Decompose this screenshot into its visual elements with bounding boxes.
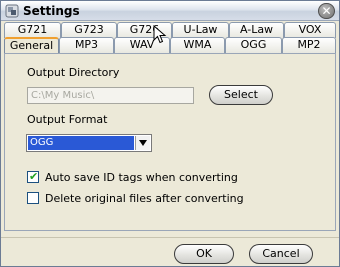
tab-general[interactable]: General bbox=[4, 37, 59, 54]
tab-ogg[interactable]: OGG bbox=[225, 37, 282, 53]
delete-original-checkbox[interactable] bbox=[27, 192, 39, 204]
tab-mp2[interactable]: MP2 bbox=[282, 37, 336, 53]
output-directory-field[interactable]: C:\My Music\ bbox=[27, 87, 194, 104]
divider bbox=[1, 237, 339, 238]
ok-button[interactable]: OK bbox=[174, 244, 234, 264]
select-directory-button[interactable]: Select bbox=[209, 85, 273, 105]
app-icon bbox=[5, 4, 19, 18]
output-format-value: OGG bbox=[28, 136, 134, 150]
tab-row-formats: General MP3 WAV WMA OGG MP2 bbox=[4, 37, 336, 54]
close-icon: ✕ bbox=[321, 4, 332, 18]
tab-g721[interactable]: G721 bbox=[4, 22, 61, 38]
checkmark-icon: ✔ bbox=[29, 170, 39, 183]
close-button[interactable]: ✕ bbox=[318, 3, 335, 19]
tab-g723[interactable]: G723 bbox=[61, 22, 117, 38]
tab-u-law[interactable]: U-Law bbox=[172, 22, 229, 38]
auto-save-checkbox[interactable]: ✔ bbox=[27, 170, 39, 183]
auto-save-label: Auto save ID tags when converting bbox=[45, 171, 238, 184]
cancel-button[interactable]: Cancel bbox=[249, 244, 313, 264]
tab-wma[interactable]: WMA bbox=[170, 37, 225, 53]
tab-vox[interactable]: VOX bbox=[284, 22, 336, 38]
title-bar[interactable]: Settings ✕ bbox=[1, 1, 339, 21]
tab-mp3[interactable]: MP3 bbox=[59, 37, 114, 53]
output-format-dropdown[interactable]: OGG bbox=[26, 134, 152, 152]
settings-window: Settings ✕ G721 G723 G726 U-Law A-Law VO… bbox=[0, 0, 340, 267]
output-format-label: Output Format bbox=[27, 113, 108, 126]
tab-a-law[interactable]: A-Law bbox=[229, 22, 284, 38]
mouse-cursor-icon bbox=[153, 25, 167, 44]
chevron-down-icon[interactable] bbox=[135, 136, 150, 150]
window-title: Settings bbox=[23, 4, 80, 18]
tab-row-codecs: G721 G723 G726 U-Law A-Law VOX bbox=[4, 22, 336, 38]
output-directory-label: Output Directory bbox=[27, 66, 120, 79]
delete-original-label: Delete original files after converting bbox=[45, 192, 244, 205]
